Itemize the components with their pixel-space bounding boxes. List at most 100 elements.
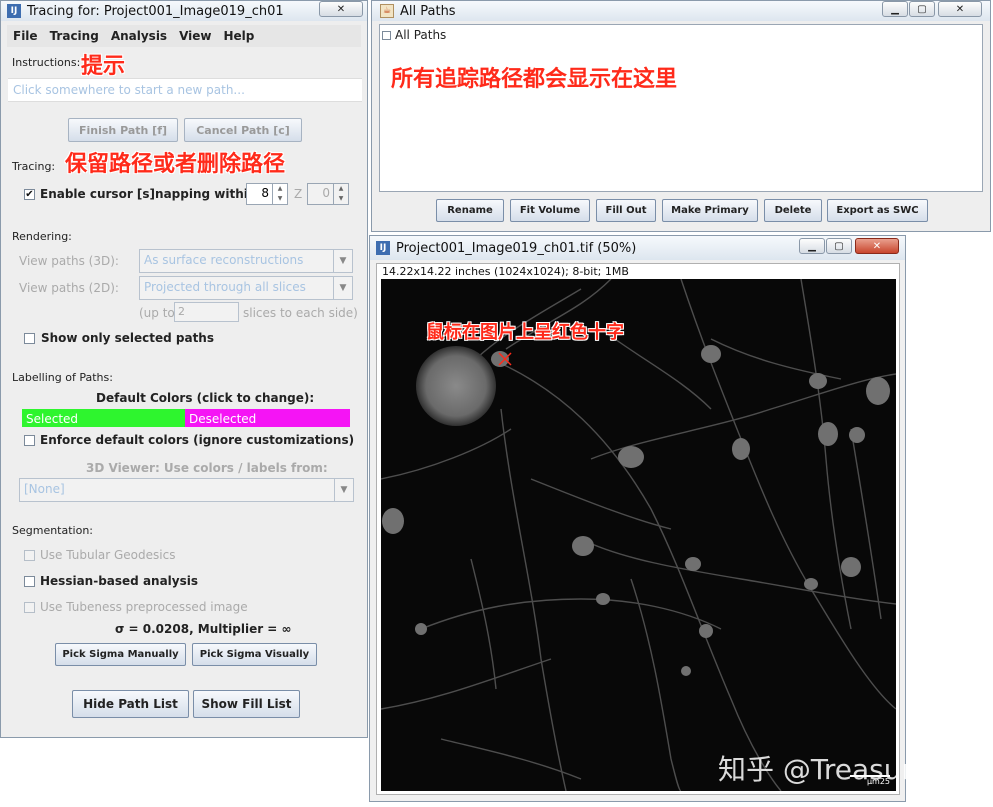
all-paths-window-title: All Paths [400,3,456,19]
chevron-down-icon[interactable]: ▼ [334,479,353,501]
menu-view[interactable]: View [179,29,211,43]
upto-value: 2 [178,305,185,318]
hide-path-list-button[interactable]: Hide Path List [72,690,189,718]
imagej-app-icon: IJ [7,4,21,18]
menu-file[interactable]: File [13,29,38,43]
z-value: 0 [322,186,330,200]
rename-button[interactable]: Rename [436,199,504,222]
path-tree[interactable]: All Paths [379,24,983,192]
labelling-label: Labelling of Paths: [12,371,113,384]
show-selected-checkbox[interactable] [24,333,35,344]
selected-color-swatch[interactable]: Selected [22,409,185,427]
all-paths-annotation: 所有追踪路径都会显示在这里 [391,67,678,92]
view3d-label: View paths (3D): [19,254,119,268]
sigma-readout: σ = 0.0208, Multiplier = ∞ [115,622,292,636]
upto-label: (up to [139,306,175,320]
minimize-icon: ▁ [808,241,816,252]
finish-path-button[interactable]: Finish Path [f] [68,118,178,142]
tracing-close-button[interactable]: ✕ [319,1,363,17]
xy-value: 8 [261,186,269,200]
make-primary-button[interactable]: Make Primary [662,199,758,222]
close-icon: ✕ [872,241,882,252]
fill-out-button[interactable]: Fill Out [596,199,656,222]
maximize-icon: ▢ [834,241,844,252]
deselected-color-swatch[interactable]: Deselected [185,409,350,427]
show-fill-list-button[interactable]: Show Fill List [193,690,300,718]
fit-volume-button[interactable]: Fit Volume [510,199,590,222]
enforce-colors-checkbox[interactable] [24,435,35,446]
minimize-button[interactable]: ▁ [799,238,825,254]
spinner-arrows-icon[interactable]: ▲ ▼ [272,184,287,204]
instructions-box: Click somewhere to start a new path... [8,78,362,102]
hessian-label: Hessian-based analysis [40,574,199,588]
delete-button[interactable]: Delete [764,199,822,222]
imagej-app-icon: IJ [376,241,390,255]
view2d-label: View paths (2D): [19,281,119,295]
export-swc-button[interactable]: Export as SWC [827,199,928,222]
chevron-down-icon[interactable]: ▼ [333,277,352,299]
neuron-image [381,279,896,791]
close-icon: ✕ [955,4,965,15]
java-app-icon: ☕ [380,4,394,18]
tubeness-label: Use Tubeness preprocessed image [40,600,248,614]
viewer-select[interactable]: [None] ▼ [19,478,354,502]
tracing-section-label: Tracing: [12,160,56,173]
z-label: Z [294,187,303,201]
deselected-label: Deselected [189,412,257,426]
segmentation-label: Segmentation: [12,524,94,537]
menu-analysis[interactable]: Analysis [111,29,167,43]
instructions-annotation: 提示 [81,54,126,79]
viewer-value: [None] [24,482,65,496]
image-annotation: 鼠标在图片上呈红色十字 [426,322,624,343]
watermark: 知乎 @Treasure琛 [718,753,958,786]
image-info: 14.22x14.22 inches (1024x1024); 8-bit; 1… [382,265,629,278]
show-selected-label: Show only selected paths [41,331,214,345]
view3d-value: As surface reconstructions [144,253,304,267]
tracing-window-title: Tracing for: Project001_Image019_ch01 [27,3,284,19]
snapping-checkbox[interactable]: ✔ [24,189,35,200]
maximize-button[interactable]: ▢ [826,238,852,254]
instructions-label: Instructions: [12,56,81,69]
view2d-select[interactable]: Projected through all slices ▼ [139,276,353,300]
rendering-label: Rendering: [12,230,72,243]
image-canvas[interactable]: μm25 [381,279,896,791]
tubular-label: Use Tubular Geodesics [40,548,176,562]
cancel-path-button[interactable]: Cancel Path [c] [184,118,302,142]
pick-sigma-manually-button[interactable]: Pick Sigma Manually [55,643,186,666]
tracing-annotation: 保留路径或者删除路径 [65,152,286,177]
slices-label: slices to each side) [243,306,358,320]
path-tree-root-label[interactable]: All Paths [395,28,446,42]
default-colors-label: Default Colors (click to change): [96,391,315,405]
menu-help[interactable]: Help [224,29,255,43]
selected-label: Selected [26,412,79,426]
hessian-checkbox[interactable] [24,576,35,587]
menu-tracing[interactable]: Tracing [50,29,99,43]
minimize-button[interactable]: ▁ [882,1,908,17]
tubular-checkbox[interactable] [24,550,35,561]
upto-input[interactable]: 2 [174,302,239,322]
tracing-titlebar[interactable]: IJ Tracing for: Project001_Image019_ch01 [1,1,367,21]
path-tree-root-checkbox[interactable] [382,31,391,40]
close-icon: ✕ [336,4,346,15]
minimize-icon: ▁ [891,4,899,15]
maximize-button[interactable]: ▢ [909,1,935,17]
chevron-down-icon[interactable]: ▼ [333,250,352,272]
tubeness-checkbox[interactable] [24,602,35,613]
instructions-hint: Click somewhere to start a new path... [13,83,245,97]
all-paths-window: ☕ All Paths ▁ ▢ ✕ All Paths 所有追踪路径都会显示在这… [371,0,991,232]
image-window-title: Project001_Image019_ch01.tif (50%) [396,240,637,256]
tracing-menubar: File Tracing Analysis View Help [7,25,361,47]
z-spinner[interactable]: 0 ▲ ▼ [307,183,349,205]
image-close-button[interactable]: ✕ [855,238,899,254]
view2d-value: Projected through all slices [144,280,306,294]
tracing-window: IJ Tracing for: Project001_Image019_ch01… [0,0,368,738]
view3d-select[interactable]: As surface reconstructions ▼ [139,249,353,273]
image-window: IJ Project001_Image019_ch01.tif (50%) ▁ … [369,235,906,802]
viewer-label: 3D Viewer: Use colors / labels from: [86,461,328,475]
maximize-icon: ▢ [917,4,927,15]
xy-spinner[interactable]: 8 ▲ ▼ [246,183,288,205]
spinner-arrows-icon[interactable]: ▲ ▼ [333,184,348,204]
pick-sigma-visually-button[interactable]: Pick Sigma Visually [192,643,317,666]
all-paths-close-button[interactable]: ✕ [938,1,982,17]
enforce-colors-label: Enforce default colors (ignore customiza… [40,433,355,447]
